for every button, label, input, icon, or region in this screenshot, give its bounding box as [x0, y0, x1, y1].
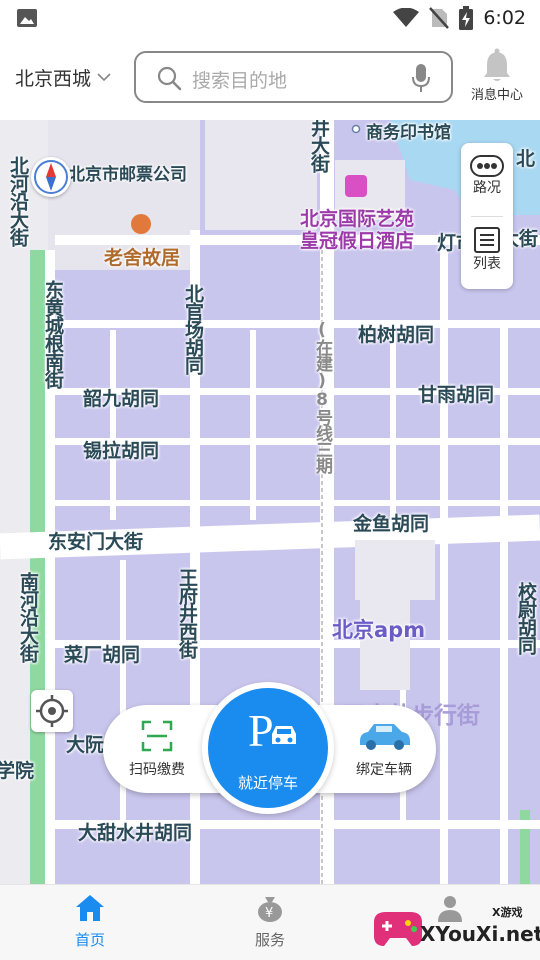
map-label: 校尉胡同 — [515, 582, 537, 654]
chevron-down-icon — [97, 73, 111, 82]
microphone-icon[interactable] — [411, 63, 431, 93]
compass-icon — [34, 160, 68, 194]
map-label: 北河沿大街 — [7, 156, 29, 246]
map-label: 菜厂胡同 — [64, 644, 141, 666]
map-label: 锡拉胡同 — [83, 440, 160, 462]
map-label: 北 — [516, 148, 536, 170]
traffic-icon — [470, 155, 504, 177]
search-input[interactable]: 搜索目的地 — [134, 51, 453, 103]
money-bag-icon: ¥ — [258, 897, 282, 922]
clock: 6:02 — [483, 7, 526, 29]
map-label: 东安门大街 — [48, 531, 144, 553]
divider — [471, 216, 503, 217]
bind-vehicle-label: 绑定车辆 — [356, 762, 412, 778]
search-icon — [157, 66, 182, 91]
city-label: 北京西城 — [15, 68, 92, 90]
svg-text:P: P — [248, 705, 274, 756]
crosshair-icon — [36, 695, 68, 727]
list-label: 列表 — [473, 256, 501, 272]
car-icon — [360, 724, 410, 750]
map-label: 北京市邮票公司 — [68, 165, 187, 185]
scan-pay-button[interactable]: 扫码缴费 — [109, 719, 205, 779]
map-label: 甘雨胡同 — [418, 384, 495, 406]
wifi-icon — [393, 8, 420, 27]
park-nearby-circle: P 就近停车 — [208, 688, 328, 808]
map-label: 北官场胡同 — [182, 284, 204, 374]
bind-vehicle-button[interactable]: 绑定车辆 — [336, 719, 432, 779]
svg-text:¥: ¥ — [265, 906, 273, 921]
park-nearby-label: 就近停车 — [237, 774, 298, 792]
no-sim-icon — [429, 7, 450, 29]
map-label: 东黄城根南街 — [42, 280, 64, 388]
compass-button[interactable] — [31, 157, 71, 197]
tab-service[interactable]: ¥ 服务 — [225, 893, 315, 950]
list-icon — [474, 227, 500, 253]
map-label: 皇冠假日酒店 — [300, 230, 415, 252]
map-label: (在建)8号线三期 — [312, 320, 332, 473]
traffic-label: 路况 — [473, 180, 501, 196]
map-label: 井大街 — [308, 120, 330, 172]
map-label: 大阮 — [66, 734, 105, 756]
map-view[interactable]: 北河沿大街 北京市邮票公司 老舍故居 井大街 商务印书馆 北京国际艺苑 皇冠假日… — [0, 120, 540, 884]
park-nearby-button[interactable]: P 就近停车 — [202, 682, 334, 814]
map-label: 学院 — [0, 760, 35, 782]
header: 北京西城 搜索目的地 消息中心 — [0, 36, 540, 120]
map-side-panel: 路况 列表 — [461, 143, 513, 289]
map-label: 大甜水井胡同 — [78, 822, 193, 844]
tab-home-label: 首页 — [74, 931, 105, 949]
locate-button[interactable] — [31, 690, 73, 732]
list-toggle[interactable]: 列表 — [461, 227, 513, 273]
watermark: X游戏 XYouXi.net — [368, 896, 540, 956]
watermark-tag: X游戏 — [492, 906, 523, 919]
tab-home[interactable]: 首页 — [45, 893, 135, 950]
battery-charging-icon — [459, 6, 474, 30]
map-label: 王府井西街 — [176, 568, 198, 658]
parking-icon: P — [248, 705, 296, 756]
map-label: 商务印书馆 — [366, 123, 451, 143]
search-placeholder: 搜索目的地 — [192, 70, 288, 92]
bell-icon — [484, 48, 510, 81]
traffic-toggle[interactable]: 路况 — [461, 155, 513, 197]
image-icon — [17, 9, 37, 27]
status-bar: 6:02 — [0, 0, 540, 36]
message-center-button[interactable]: 消息中心 — [466, 48, 528, 103]
tab-service-label: 服务 — [254, 931, 285, 949]
map-label: 韶九胡同 — [83, 388, 160, 410]
city-selector[interactable]: 北京西城 — [15, 64, 111, 91]
map-label: 老舍故居 — [104, 247, 181, 269]
map-label: 南河沿大街 — [17, 572, 39, 662]
map-label: 北京apm — [332, 618, 426, 642]
gamepad-logo-icon — [374, 912, 422, 946]
home-icon — [76, 895, 104, 921]
message-center-label: 消息中心 — [470, 88, 523, 103]
watermark-brand: XYouXi.net — [420, 922, 540, 946]
scan-pay-label: 扫码缴费 — [129, 762, 185, 778]
scan-icon — [141, 720, 173, 752]
map-label: 柏树胡同 — [358, 324, 435, 346]
map-label: 金鱼胡同 — [353, 513, 430, 535]
